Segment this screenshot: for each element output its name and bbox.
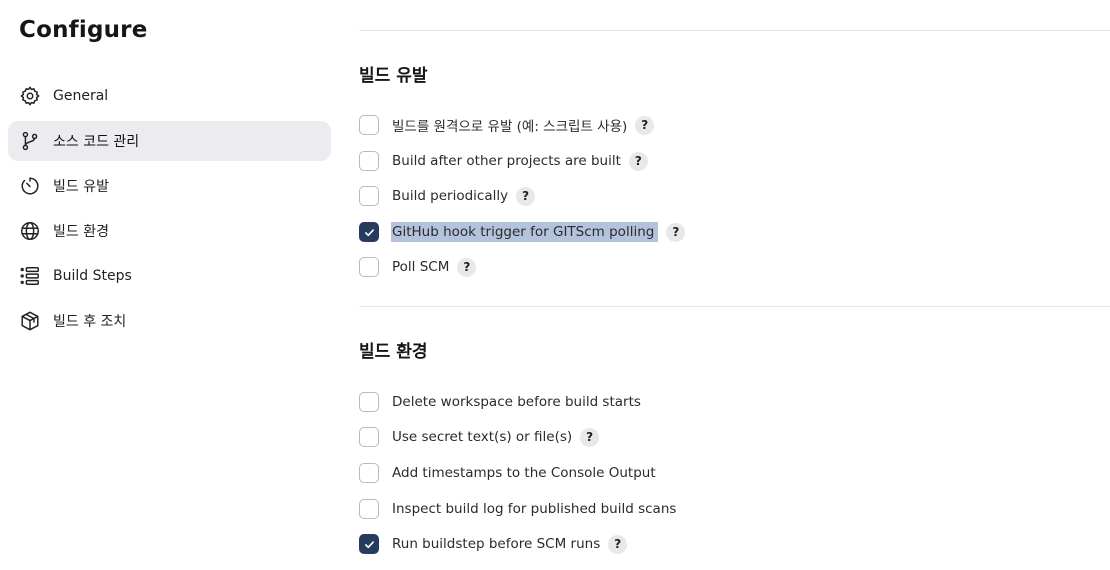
option-poll-scm: Poll SCM ? xyxy=(359,255,477,279)
checkbox-inspect-build-log[interactable] xyxy=(359,499,379,519)
sidebar-item-build-steps[interactable]: Build Steps xyxy=(8,256,331,296)
sidebar-item-label: 빌드 후 조치 xyxy=(53,314,127,330)
sidebar-item-label: 빌드 유발 xyxy=(53,179,109,195)
checkbox-github-hook-trigger[interactable] xyxy=(359,222,379,242)
sidebar-item-label: Build Steps xyxy=(53,268,132,284)
option-label: Inspect build log for published build sc… xyxy=(392,501,677,517)
option-label: Poll SCM xyxy=(392,259,450,275)
page-title: Configure xyxy=(19,17,148,43)
checkbox-trigger-remotely[interactable] xyxy=(359,115,379,135)
help-icon[interactable]: ? xyxy=(608,534,628,554)
sidebar-item-general[interactable]: General xyxy=(8,76,331,116)
sidebar-item-label: 빌드 환경 xyxy=(53,224,109,240)
option-label: 빌드를 원격으로 유발 (예: 스크립트 사용) xyxy=(392,119,628,135)
help-icon[interactable]: ? xyxy=(628,151,648,171)
option-trigger-remotely: 빌드를 원격으로 유발 (예: 스크립트 사용) ? xyxy=(359,113,655,137)
sidebar-item-label: General xyxy=(53,88,109,104)
sidebar-item-build-environment[interactable]: 빌드 환경 xyxy=(8,211,331,251)
timer-icon xyxy=(19,175,41,197)
option-delete-workspace: Delete workspace before build starts xyxy=(359,390,641,414)
option-label: Add timestamps to the Console Output xyxy=(392,465,656,481)
checkbox-use-secret-text[interactable] xyxy=(359,427,379,447)
help-icon[interactable]: ? xyxy=(666,222,686,242)
checkbox-delete-workspace[interactable] xyxy=(359,392,379,412)
checkbox-build-after-other-projects[interactable] xyxy=(359,151,379,171)
section-title-build-triggers: 빌드 유발 xyxy=(359,66,428,86)
option-run-buildstep-before-scm: Run buildstep before SCM runs ? xyxy=(359,532,628,556)
option-label: Delete workspace before build starts xyxy=(392,394,641,410)
help-icon[interactable]: ? xyxy=(457,257,477,277)
sidebar-nav: General 소스 코드 관리 빌드 유발 빌드 환경 Build Steps… xyxy=(8,76,331,346)
list-icon xyxy=(19,265,41,287)
sidebar-item-post-build-actions[interactable]: 빌드 후 조치 xyxy=(8,301,331,341)
section-title-build-environment: 빌드 환경 xyxy=(359,342,428,362)
option-github-hook-trigger: GitHub hook trigger for GITScm polling ? xyxy=(359,220,686,244)
option-label: Build periodically xyxy=(392,188,509,204)
checkmark-icon xyxy=(364,228,374,236)
checkbox-poll-scm[interactable] xyxy=(359,257,379,277)
option-label: GitHub hook trigger for GITScm polling xyxy=(391,222,659,242)
divider xyxy=(359,306,1110,307)
option-inspect-build-log: Inspect build log for published build sc… xyxy=(359,497,676,521)
option-build-periodically: Build periodically ? xyxy=(359,184,536,208)
option-label: Use secret text(s) or file(s) xyxy=(392,429,573,445)
sidebar-item-label: 소스 코드 관리 xyxy=(53,134,140,150)
option-build-after-other-projects: Build after other projects are built ? xyxy=(359,149,648,173)
sidebar-item-build-triggers[interactable]: 빌드 유발 xyxy=(8,166,331,206)
help-icon[interactable]: ? xyxy=(580,427,600,447)
option-add-timestamps: Add timestamps to the Console Output xyxy=(359,461,656,485)
checkbox-build-periodically[interactable] xyxy=(359,186,379,206)
package-icon xyxy=(19,310,41,332)
checkbox-run-buildstep-before-scm[interactable] xyxy=(359,534,379,554)
checkmark-icon xyxy=(364,540,374,548)
branch-icon xyxy=(19,130,41,152)
globe-icon xyxy=(19,220,41,242)
help-icon[interactable]: ? xyxy=(516,186,536,206)
help-icon[interactable]: ? xyxy=(635,115,655,135)
option-label: Run buildstep before SCM runs xyxy=(392,536,601,552)
option-use-secret-text: Use secret text(s) or file(s) ? xyxy=(359,425,600,449)
gear-icon xyxy=(19,85,41,107)
config-form: 빌드 유발 빌드를 원격으로 유발 (예: 스크립트 사용) ? Build a… xyxy=(359,0,1110,570)
sidebar: Configure General 소스 코드 관리 빌드 유발 빌드 환경 B… xyxy=(0,0,340,570)
option-label: Build after other projects are built xyxy=(392,153,621,169)
sidebar-item-source-code-management[interactable]: 소스 코드 관리 xyxy=(8,121,331,161)
checkbox-add-timestamps[interactable] xyxy=(359,463,379,483)
divider xyxy=(359,30,1110,31)
